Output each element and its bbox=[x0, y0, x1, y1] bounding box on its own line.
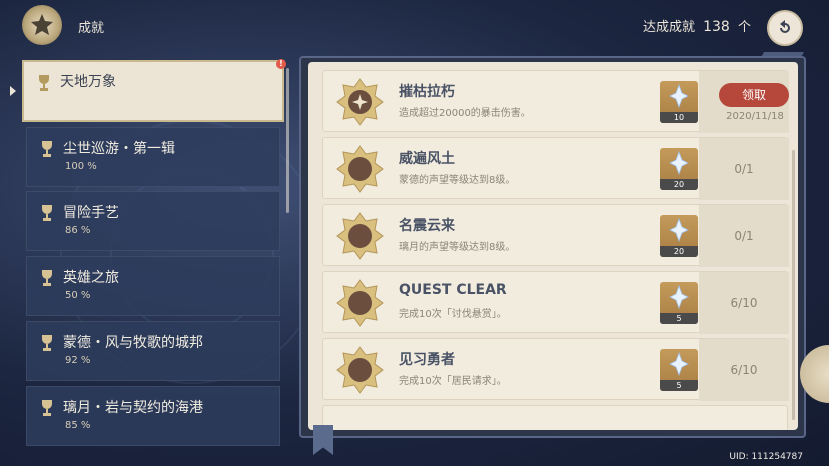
primogem-icon bbox=[669, 352, 689, 376]
back-button[interactable] bbox=[767, 10, 803, 46]
achievement-row: QUEST CLEAR 完成10次「讨伐悬赏」。 5 6/10 bbox=[322, 271, 789, 334]
category-percent: 92 % bbox=[65, 355, 91, 366]
page-title: 成就 bbox=[78, 21, 105, 36]
bookmark-decoration bbox=[313, 425, 333, 455]
category-name: 璃月・岩与契约的海港 bbox=[63, 400, 203, 416]
achievement-desc: 造成超过20000的暴击伤害。 bbox=[399, 108, 531, 119]
uid-label: UID: 111254787 bbox=[729, 452, 803, 462]
achievement-progress: 6/10 bbox=[699, 272, 789, 334]
achievement-medal-icon bbox=[336, 279, 384, 327]
primogem-icon bbox=[669, 218, 689, 242]
category-item-liyue[interactable]: 璃月・岩与契约的海港 85 % bbox=[26, 386, 280, 446]
achievement-title: 威遍风土 bbox=[399, 151, 455, 167]
achievement-title: 名震云来 bbox=[399, 218, 455, 234]
achievement-emblem-icon bbox=[22, 5, 62, 45]
category-percent: 85 % bbox=[65, 420, 91, 431]
achievement-progress: 6/10 bbox=[699, 339, 789, 401]
achievement-row: 名震云来 璃月的声望等级达到8级。 20 0/1 bbox=[322, 204, 789, 267]
sidebar-scrollbar[interactable] bbox=[286, 68, 289, 213]
category-name: 冒险手艺 bbox=[63, 205, 119, 221]
reward-count: 20 bbox=[660, 179, 698, 190]
reward-count: 20 bbox=[660, 246, 698, 257]
active-category-indicator bbox=[10, 86, 16, 96]
achievement-progress: 0/1 bbox=[699, 205, 789, 267]
category-percent: 86 % bbox=[65, 225, 91, 236]
back-arrow-icon bbox=[780, 20, 790, 33]
achievement-desc: 完成10次「居民请求」。 bbox=[399, 376, 507, 387]
achievement-medal-icon bbox=[336, 78, 384, 126]
achievement-list-scrollbar[interactable] bbox=[792, 150, 795, 420]
category-trophy-icon bbox=[39, 75, 49, 91]
achievement-date: 2020/11/18 bbox=[726, 111, 784, 122]
reward-item[interactable]: 5 bbox=[660, 282, 698, 324]
achievement-title: 见习勇者 bbox=[399, 352, 455, 368]
category-item-yingxiongzhilv[interactable]: 英雄之旅 50 % bbox=[26, 256, 280, 316]
category-item-mengde[interactable]: 蒙德・风与牧歌的城邦 92 % bbox=[26, 321, 280, 381]
category-name: 蒙德・风与牧歌的城邦 bbox=[63, 335, 203, 351]
reward-item[interactable]: 10 bbox=[660, 81, 698, 123]
total-label: 达成成就 bbox=[642, 20, 695, 35]
reward-item[interactable]: 20 bbox=[660, 148, 698, 190]
achievement-row-partial bbox=[322, 405, 788, 430]
category-item-maoxianshouyi[interactable]: 冒险手艺 86 % bbox=[26, 191, 280, 251]
achievement-medal-icon bbox=[336, 212, 384, 260]
category-name: 英雄之旅 bbox=[63, 270, 119, 286]
category-trophy-icon bbox=[42, 400, 52, 416]
category-item-chenshixunyou[interactable]: 尘世巡游・第一辑 100 % bbox=[26, 127, 280, 187]
total-unit: 个 bbox=[737, 20, 751, 35]
category-trophy-icon bbox=[42, 270, 52, 286]
achievement-medal-icon bbox=[336, 145, 384, 193]
achievement-row: 摧枯拉朽 造成超过20000的暴击伤害。 10 领取 2020/11/18 bbox=[322, 70, 789, 133]
category-trophy-icon bbox=[42, 205, 52, 221]
reward-item[interactable]: 20 bbox=[660, 215, 698, 257]
primogem-icon bbox=[669, 84, 689, 108]
achievement-title: 摧枯拉朽 bbox=[399, 84, 455, 100]
achievement-desc: 蒙德的声望等级达到8级。 bbox=[399, 175, 516, 186]
achievement-desc: 完成10次「讨伐悬赏」。 bbox=[399, 309, 507, 320]
achievement-desc: 璃月的声望等级达到8级。 bbox=[399, 242, 516, 253]
achievement-progress: 0/1 bbox=[699, 138, 789, 200]
reward-count: 10 bbox=[660, 112, 698, 123]
category-percent: 50 % bbox=[65, 290, 91, 301]
category-trophy-icon bbox=[42, 141, 52, 157]
category-percent: 100 % bbox=[65, 161, 97, 172]
category-item-tiandiwanxiang[interactable]: 天地万象 ! bbox=[22, 59, 286, 122]
achievement-medal-icon bbox=[336, 346, 384, 394]
achievement-row: 威遍风土 蒙德的声望等级达到8级。 20 0/1 bbox=[322, 137, 789, 200]
achievement-row: 见习勇者 完成10次「居民请求」。 5 6/10 bbox=[322, 338, 789, 401]
claim-button[interactable]: 领取 bbox=[719, 83, 789, 107]
category-name: 尘世巡游・第一辑 bbox=[63, 141, 175, 157]
reward-count: 5 bbox=[660, 313, 698, 324]
achievement-list: 摧枯拉朽 造成超过20000的暴击伤害。 10 领取 2020/11/18 威遍… bbox=[308, 62, 798, 430]
reward-count: 5 bbox=[660, 380, 698, 391]
header: 成就 达成成就 138 个 bbox=[0, 0, 829, 52]
achievement-total: 达成成就 138 个 bbox=[643, 16, 751, 35]
category-trophy-icon bbox=[42, 335, 52, 351]
achievement-title: QUEST CLEAR bbox=[399, 282, 507, 298]
total-count: 138 bbox=[703, 19, 730, 35]
category-name: 天地万象 bbox=[60, 74, 116, 90]
primogem-icon bbox=[669, 285, 689, 309]
reward-item[interactable]: 5 bbox=[660, 349, 698, 391]
primogem-icon bbox=[669, 151, 689, 175]
notification-badge: ! bbox=[276, 59, 286, 69]
